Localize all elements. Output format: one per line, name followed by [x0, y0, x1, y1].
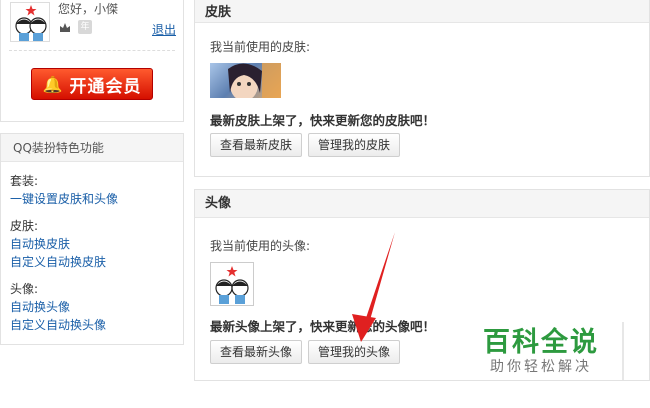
current-skin-label: 我当前使用的皮肤: [210, 40, 311, 54]
view-latest-skins-button[interactable]: 查看最新皮肤 [210, 133, 303, 157]
skin-panel: 皮肤 我当前使用的皮肤: 最新皮肤上架了，快来更新您的皮肤吧！ 查看最新皮肤 管… [194, 0, 650, 177]
manage-my-skins-button[interactable]: 管理我的皮肤 [308, 133, 401, 157]
open-vip-button[interactable]: 🔔 开通会员 [31, 68, 153, 100]
avatar-thumbnail[interactable] [210, 262, 254, 306]
feature-link-custom-auto-skin[interactable]: 自定义自动换皮肤 [10, 255, 106, 269]
feature-link-auto-skin[interactable]: 自动换皮肤 [10, 237, 70, 251]
feature-link-one-click-set[interactable]: 一键设置皮肤和头像 [10, 192, 118, 206]
logout-link[interactable]: 退出 [152, 21, 176, 38]
watermark: 百科全说 助你轻松解决 [463, 315, 625, 380]
user-avatar[interactable] [10, 2, 50, 42]
features-title: QQ装扮特色功能 [1, 134, 183, 162]
feature-group-skin: 皮肤: 自动换皮肤 自定义自动换皮肤 [10, 217, 183, 271]
open-vip-label: 开通会员 [69, 76, 142, 97]
avatar-panel-title: 头像 [195, 190, 649, 218]
divider [9, 50, 175, 51]
bell-icon: 🔔 [42, 74, 64, 94]
manage-my-avatars-button[interactable]: 管理我的头像 [308, 340, 401, 364]
crown-level-icon[interactable] [58, 20, 72, 34]
feature-group-label: 头像: [10, 282, 39, 296]
year-badge-icon[interactable]: 年 [78, 20, 92, 34]
feature-group-label: 套装: [10, 174, 39, 188]
skin-promo-text: 最新皮肤上架了，快来更新您的皮肤吧！ [210, 113, 436, 128]
watermark-logo: 百科全说 [483, 327, 599, 358]
features-box: QQ装扮特色功能 套装: 一键设置皮肤和头像 皮肤: 自动换皮肤 自定义自动换皮… [0, 133, 184, 345]
feature-group-suit: 套装: 一键设置皮肤和头像 [10, 172, 183, 208]
current-avatar-label: 我当前使用的头像: [210, 239, 311, 253]
divider [622, 322, 624, 380]
watermark-subtitle: 助你轻松解决 [490, 359, 592, 375]
greeting-text: 您好，小傑 [58, 2, 119, 16]
skin-thumbnail[interactable] [210, 63, 281, 98]
feature-link-auto-avatar[interactable]: 自动换头像 [10, 300, 70, 314]
avatar-promo-text: 最新头像上架了，快来更新您的头像吧！ [210, 319, 436, 334]
view-latest-avatars-button[interactable]: 查看最新头像 [210, 340, 303, 364]
feature-link-custom-auto-avatar[interactable]: 自定义自动换头像 [10, 318, 106, 332]
feature-group-label: 皮肤: [10, 219, 39, 233]
skin-panel-title: 皮肤 [195, 0, 649, 23]
feature-group-avatar: 头像: 自动换头像 自定义自动换头像 [10, 280, 183, 334]
user-status-icons: 年 [58, 20, 92, 34]
user-info-box: 您好，小傑 年 退出 🔔 开通会员 [0, 0, 184, 122]
